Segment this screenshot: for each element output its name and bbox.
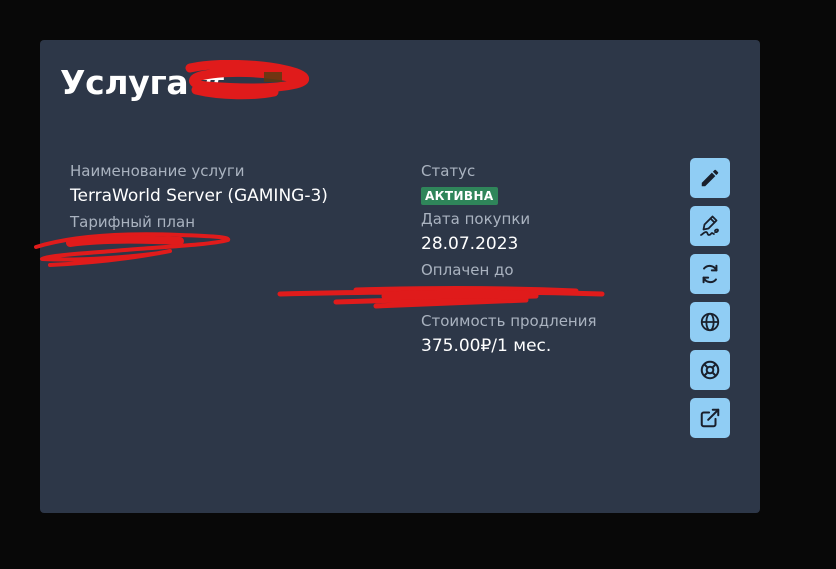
renewal-cost-value: 375.00₽/1 мес. xyxy=(421,336,552,356)
status-badge: АКТИВНА xyxy=(421,187,498,205)
service-card: Услуга # Наименование услуги TerraWorld S… xyxy=(40,40,760,513)
renew-button[interactable] xyxy=(690,254,730,294)
paid-until-value-redacted xyxy=(421,283,701,307)
lifebuoy-icon xyxy=(700,360,720,380)
service-info-right: Статус АКТИВНА Дата покупки 28.07.2023 О… xyxy=(421,162,701,363)
page-title-label: Услуга xyxy=(60,63,189,102)
page-title: Услуга # xyxy=(60,60,226,106)
globe-icon xyxy=(700,312,720,332)
signature-icon xyxy=(700,215,719,236)
service-info-left: Наименование услуги TerraWorld Server (G… xyxy=(70,162,400,264)
plan-label: Тарифный план xyxy=(70,213,196,231)
pencil-icon xyxy=(701,169,719,187)
action-buttons xyxy=(690,158,730,446)
open-panel-button[interactable] xyxy=(690,398,730,438)
domains-button[interactable] xyxy=(690,302,730,342)
service-name-value: TerraWorld Server (GAMING-3) xyxy=(70,186,328,206)
support-button[interactable] xyxy=(690,350,730,390)
paid-until-label: Оплачен до xyxy=(421,261,514,279)
edit-button[interactable] xyxy=(690,158,730,198)
external-link-icon xyxy=(700,408,720,428)
service-id-prefix: # xyxy=(198,63,226,102)
purchase-date-label: Дата покупки xyxy=(421,210,531,228)
renewal-cost-label: Стоимость продления xyxy=(421,312,597,330)
purchase-date-value: 28.07.2023 xyxy=(421,234,519,254)
service-name-label: Наименование услуги xyxy=(70,162,245,180)
status-label: Статус xyxy=(421,162,476,180)
sign-button[interactable] xyxy=(690,206,730,246)
refresh-icon xyxy=(702,264,718,284)
plan-value-redacted xyxy=(70,235,400,259)
